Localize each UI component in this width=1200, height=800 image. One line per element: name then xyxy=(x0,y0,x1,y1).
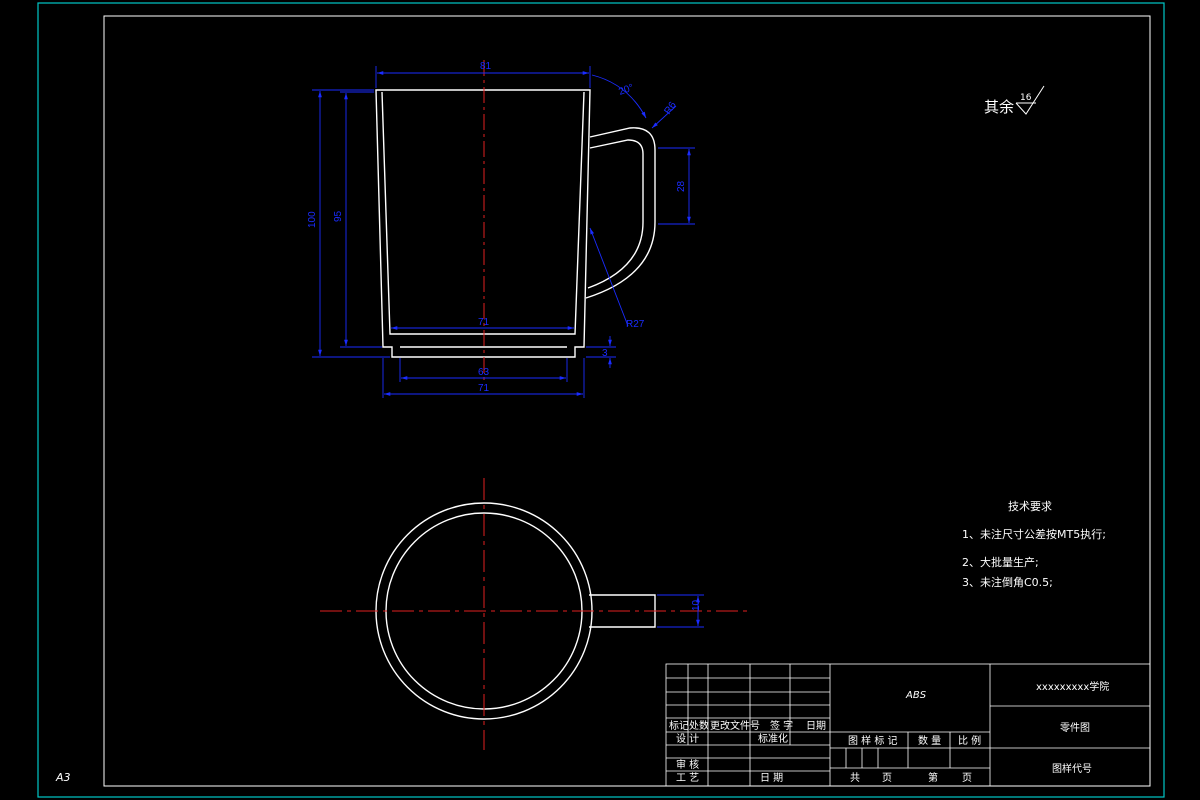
cup-inner-profile xyxy=(381,91,585,335)
tb-standardize: 标准化 xyxy=(758,732,788,745)
dim-top-width: 81 xyxy=(480,61,492,72)
dim-angle: 20° xyxy=(617,82,635,98)
tb-rev-count: 处数 xyxy=(689,719,709,732)
dim-handle-height: 28 xyxy=(676,180,687,192)
tech-req-item-1: 1、未注尺寸公差按MT5执行; xyxy=(962,527,1106,541)
dim-total-height: 100 xyxy=(307,211,318,228)
cup-handle-inner xyxy=(587,139,644,289)
tech-req-item-2: 2、大批量生产; xyxy=(962,555,1039,569)
roughness-label: 其余 xyxy=(984,98,1014,116)
tb-page-unit-1: 页 xyxy=(882,772,892,784)
tb-review: 审 核 xyxy=(676,758,699,771)
dim-base-width: 71 xyxy=(478,383,490,394)
dim-base-height: 3 xyxy=(602,348,608,359)
dim-bottom-inner-width: 71 xyxy=(478,317,490,328)
dim-inner-height: 95 xyxy=(333,210,344,222)
dim-handle-radius-top: R6 xyxy=(662,100,679,117)
inner-frame xyxy=(103,15,1151,787)
tb-drawing-code: 图样代号 xyxy=(1052,762,1092,775)
tb-date: 日 期 xyxy=(760,772,783,784)
front-dimensions xyxy=(312,66,695,398)
tech-req-title: 技术要求 xyxy=(1008,500,1052,513)
tb-page-unit-2: 页 xyxy=(962,772,972,784)
tb-design: 设 计 xyxy=(676,732,699,745)
tb-process: 工 艺 xyxy=(676,772,699,784)
front-view xyxy=(375,89,656,358)
roughness-value: 16 xyxy=(1020,93,1032,103)
tb-scale: 比 例 xyxy=(958,734,981,747)
tb-mark: 图 样 标 记 xyxy=(848,734,898,747)
tb-rev-sign: 签 字 xyxy=(770,719,793,732)
cup-handle xyxy=(585,127,656,299)
tech-req-item-3: 3、未注倒角C0.5; xyxy=(962,575,1053,589)
cad-drawing-canvas: 81 20° R6 28 R27 100 95 71 3 63 71 10 其余… xyxy=(37,2,1165,798)
tb-total: 共 xyxy=(850,772,860,784)
tb-school: xxxxxxxxx学院 xyxy=(1036,680,1109,693)
tb-rev-date: 日期 xyxy=(806,720,826,732)
outer-frame xyxy=(37,2,1165,798)
tb-material: ABS xyxy=(905,690,927,701)
tb-drawing-name: 零件图 xyxy=(1060,722,1090,734)
dim-handle-radius-bottom: R27 xyxy=(626,319,645,330)
sheet-size-label: A3 xyxy=(55,771,71,784)
tb-rev-mark: 标记 xyxy=(669,720,689,732)
tb-rev-docno: 更改文件号 xyxy=(710,719,760,732)
dim-handle-thickness: 10 xyxy=(691,599,702,611)
tb-nth: 第 xyxy=(928,771,938,784)
dim-base-inner-width: 63 xyxy=(478,367,490,378)
tb-qty: 数 量 xyxy=(918,734,941,747)
